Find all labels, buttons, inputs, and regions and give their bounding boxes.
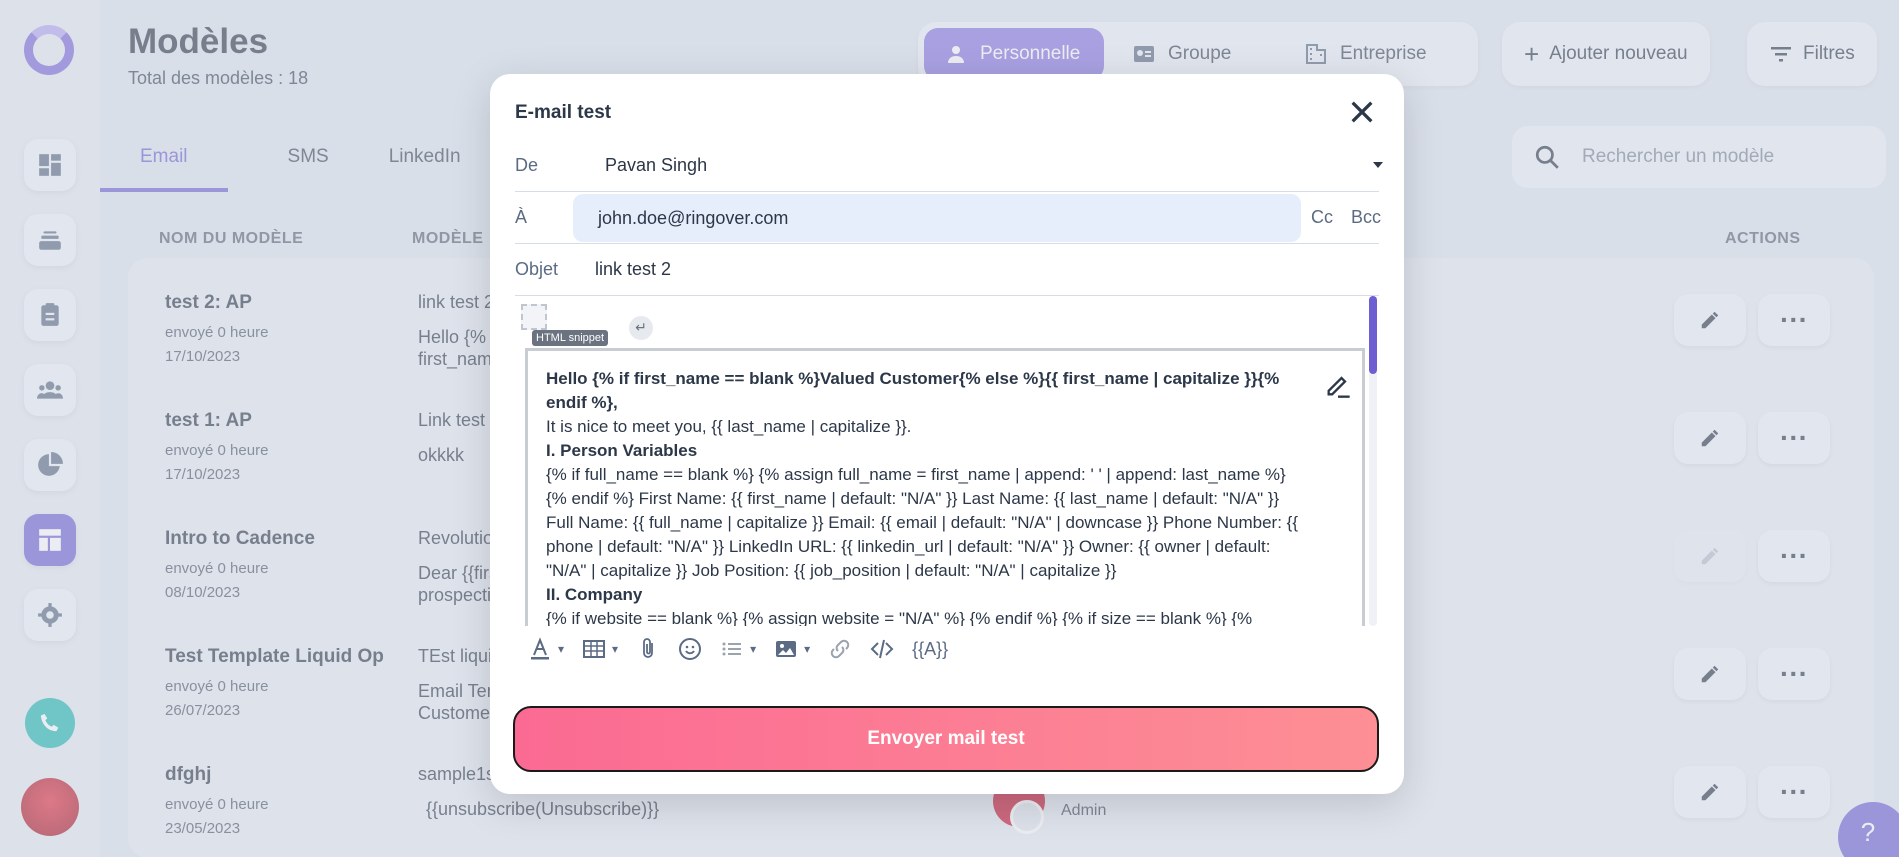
email-body-editor[interactable]: ↵ HTML snippet Hello {% if first_name ==…	[515, 296, 1379, 626]
cc-button[interactable]: Cc	[1311, 207, 1333, 228]
table-icon	[583, 640, 606, 658]
body-heading-company: II. Company	[546, 585, 643, 604]
snippet-label: HTML snippet	[532, 330, 609, 346]
body-heading-person: I. Person Variables	[546, 441, 698, 460]
body-intro: It is nice to meet you, {{ last_name | c…	[546, 417, 912, 436]
to-input[interactable]: john.doe@ringover.com	[573, 194, 1301, 242]
test-email-modal: E-mail test De Pavan Singh À john.doe@ri…	[490, 74, 1404, 794]
chevron-down-icon	[1373, 162, 1383, 168]
from-label: De	[515, 155, 539, 175]
list-button[interactable]: ▾	[720, 634, 756, 664]
return-icon[interactable]: ↵	[629, 316, 653, 340]
link-icon	[830, 639, 850, 659]
body-company-vars: {% if website == blank %} {% assign webs…	[546, 609, 1253, 626]
chevron-down-icon: ▾	[558, 642, 565, 656]
list-icon	[722, 642, 742, 656]
editor-toolbar: ▾ ▾ ▾ ▾ {{A}}	[528, 634, 966, 664]
drag-handle-icon[interactable]	[521, 304, 547, 330]
font-color-icon	[531, 637, 549, 660]
body-person-vars: {% if full_name == blank %} {% assign fu…	[546, 465, 1299, 580]
html-snippet-block[interactable]: Hello {% if first_name == blank %}Valued…	[525, 348, 1365, 626]
bcc-button[interactable]: Bcc	[1351, 207, 1381, 228]
to-field: À john.doe@ringover.com Cc Bcc	[515, 192, 1381, 244]
edit-snippet-icon[interactable]	[1324, 371, 1352, 399]
image-button[interactable]: ▾	[774, 634, 810, 664]
code-icon	[870, 639, 894, 659]
link-button[interactable]	[828, 634, 852, 664]
code-button[interactable]	[870, 634, 894, 664]
subject-field[interactable]: Objet link test 2	[515, 244, 1379, 296]
variables-button[interactable]: {{A}}	[912, 634, 948, 664]
from-value: Pavan Singh	[605, 155, 708, 175]
paperclip-icon	[643, 638, 653, 658]
attach-button[interactable]	[636, 634, 660, 664]
editor-scrollbar-thumb[interactable]	[1369, 296, 1377, 374]
subject-label: Objet	[515, 259, 559, 279]
modal-title: E-mail test	[515, 102, 612, 123]
image-icon	[776, 641, 797, 657]
emoji-button[interactable]	[678, 634, 702, 664]
table-button[interactable]: ▾	[582, 634, 618, 664]
chevron-down-icon: ▾	[804, 642, 811, 656]
subject-value: link test 2	[595, 259, 672, 279]
close-icon[interactable]	[1348, 98, 1376, 126]
chevron-down-icon: ▾	[750, 642, 757, 656]
from-field[interactable]: De Pavan Singh	[515, 140, 1383, 192]
text-color-button[interactable]: ▾	[528, 634, 564, 664]
emoji-icon	[679, 638, 702, 660]
body-greeting: Hello {% if first_name == blank %}Valued…	[546, 369, 1280, 412]
send-test-email-button[interactable]: Envoyer mail test	[513, 706, 1379, 772]
chevron-down-icon: ▾	[612, 642, 619, 656]
